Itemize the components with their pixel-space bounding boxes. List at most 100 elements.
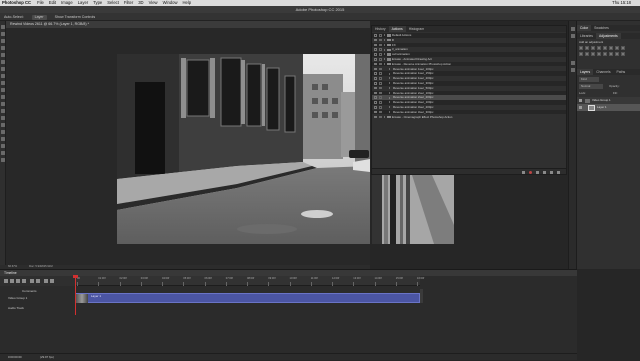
disclosure-triangle-icon[interactable]	[389, 72, 390, 75]
toggle-checkbox[interactable]	[374, 106, 377, 109]
dialog-toggle[interactable]	[379, 67, 382, 71]
new-action-icon[interactable]	[550, 170, 553, 174]
dialog-toggle[interactable]	[379, 86, 382, 90]
disclosure-triangle-icon[interactable]	[384, 43, 385, 46]
audio-icon[interactable]	[30, 279, 34, 283]
split-icon[interactable]	[44, 279, 48, 283]
tab-channels[interactable]: Channels	[593, 69, 613, 75]
tab-layers[interactable]: Layers	[577, 69, 594, 75]
action-row[interactable]: Envato - Cinemagraph Effect Photoshop Ac…	[372, 115, 566, 120]
dialog-toggle[interactable]	[379, 72, 382, 75]
disclosure-triangle-icon[interactable]	[384, 58, 385, 61]
toggle-checkbox[interactable]	[374, 101, 377, 104]
menu-item-select[interactable]: Select	[107, 0, 119, 5]
channel-mixer-adjustment-icon[interactable]	[585, 52, 590, 57]
stop-icon[interactable]	[522, 170, 525, 174]
dialog-toggle[interactable]	[379, 62, 382, 66]
history-icon[interactable]	[571, 27, 575, 31]
zoom-tool-icon[interactable]	[1, 158, 5, 162]
disclosure-triangle-icon[interactable]	[389, 77, 390, 80]
timeline-scrollbar[interactable]	[420, 289, 423, 303]
dialog-toggle[interactable]	[379, 101, 382, 104]
toggle-checkbox[interactable]	[374, 96, 377, 99]
type-tool-icon[interactable]	[1, 130, 5, 134]
color-balance-adjustment-icon[interactable]	[615, 46, 620, 51]
menu-item-image[interactable]: Image	[61, 0, 73, 5]
marquee-tool-icon[interactable]	[1, 32, 5, 36]
clone-stamp-tool-icon[interactable]	[1, 81, 5, 85]
move-tool-icon[interactable]	[1, 25, 5, 29]
vibrance-adjustment-icon[interactable]	[603, 46, 608, 51]
brush-tool-icon[interactable]	[1, 74, 5, 78]
menu-item-3d[interactable]: 3D	[138, 0, 143, 5]
dialog-toggle[interactable]	[379, 58, 382, 61]
dialog-toggle[interactable]	[379, 53, 382, 56]
transition-icon[interactable]	[50, 279, 54, 283]
prev-frame-icon[interactable]	[10, 279, 14, 283]
toggle-checkbox[interactable]	[374, 77, 377, 80]
black-white-adjustment-icon[interactable]	[621, 46, 626, 51]
dialog-toggle[interactable]	[379, 38, 382, 42]
disclosure-triangle-icon[interactable]	[389, 86, 390, 89]
tab-libraries[interactable]: Libraries	[577, 33, 596, 39]
tab-swatches[interactable]: Swatches	[591, 25, 612, 31]
actions-icon[interactable]	[571, 34, 575, 38]
toggle-checkbox[interactable]	[374, 72, 377, 75]
curves-adjustment-icon[interactable]	[591, 46, 596, 51]
dialog-toggle[interactable]	[379, 48, 382, 51]
video-clip[interactable]: Layer 1	[75, 293, 420, 303]
menu-item-filter[interactable]: Filter	[124, 0, 133, 5]
lasso-tool-icon[interactable]	[1, 39, 5, 43]
toggle-checkbox[interactable]	[374, 110, 377, 114]
timeline-ruler[interactable]: 00 01:00f 02:00f 03:00f 04:00f 05:00f 06:00f 07…	[75, 276, 424, 286]
toggle-checkbox[interactable]	[374, 43, 377, 47]
hue-saturation-adjustment-icon[interactable]	[609, 46, 614, 51]
eraser-tool-icon[interactable]	[1, 95, 5, 99]
tab-adjustments[interactable]: Adjustments	[596, 33, 621, 39]
disclosure-triangle-icon[interactable]	[389, 82, 390, 85]
threshold-adjustment-icon[interactable]	[609, 52, 614, 57]
toggle-checkbox[interactable]	[374, 67, 377, 71]
quick-select-tool-icon[interactable]	[1, 46, 5, 50]
record-icon[interactable]	[529, 170, 532, 174]
eyedropper-tool-icon[interactable]	[1, 60, 5, 64]
toggle-checkbox[interactable]	[374, 82, 377, 85]
settings-icon[interactable]	[36, 279, 40, 283]
toggle-checkbox[interactable]	[374, 58, 377, 61]
play-icon[interactable]	[16, 279, 20, 283]
shape-tool-icon[interactable]	[1, 144, 5, 148]
tab-color[interactable]: Color	[577, 25, 592, 31]
selective-color-adjustment-icon[interactable]	[615, 52, 620, 57]
history-brush-tool-icon[interactable]	[1, 88, 5, 92]
disclosure-triangle-icon[interactable]	[389, 106, 390, 109]
tab-history[interactable]: History	[372, 26, 389, 32]
dialog-toggle[interactable]	[379, 91, 382, 95]
hand-tool-icon[interactable]	[1, 151, 5, 155]
first-frame-icon[interactable]	[4, 279, 8, 283]
disclosure-triangle-icon[interactable]	[384, 62, 385, 65]
blend-mode-select[interactable]: Normal	[579, 84, 603, 89]
disclosure-triangle-icon[interactable]	[389, 67, 390, 70]
disclosure-triangle-icon[interactable]	[384, 53, 385, 56]
toggle-checkbox[interactable]	[374, 62, 377, 66]
new-set-icon[interactable]	[543, 170, 546, 174]
dialog-toggle[interactable]	[379, 82, 382, 85]
blur-tool-icon[interactable]	[1, 109, 5, 113]
crop-tool-icon[interactable]	[1, 53, 5, 57]
disclosure-triangle-icon[interactable]	[389, 110, 390, 113]
gradient-map-adjustment-icon[interactable]	[621, 52, 626, 57]
tab-histogram[interactable]: Histogram	[406, 26, 427, 32]
toggle-checkbox[interactable]	[374, 91, 377, 95]
dialog-toggle[interactable]	[379, 110, 382, 114]
menu-item-window[interactable]: Window	[163, 0, 178, 5]
healing-tool-icon[interactable]	[1, 67, 5, 71]
dialog-toggle[interactable]	[379, 115, 382, 119]
layer-kind-filter[interactable]: Kind	[579, 77, 599, 82]
menu-item-view[interactable]: View	[149, 0, 158, 5]
disclosure-triangle-icon[interactable]	[389, 96, 390, 99]
levels-adjustment-icon[interactable]	[585, 46, 590, 51]
gradient-tool-icon[interactable]	[1, 102, 5, 106]
eye-icon[interactable]	[579, 106, 582, 109]
dialog-toggle[interactable]	[379, 77, 382, 80]
canvas-image-extension[interactable]	[372, 175, 454, 244]
